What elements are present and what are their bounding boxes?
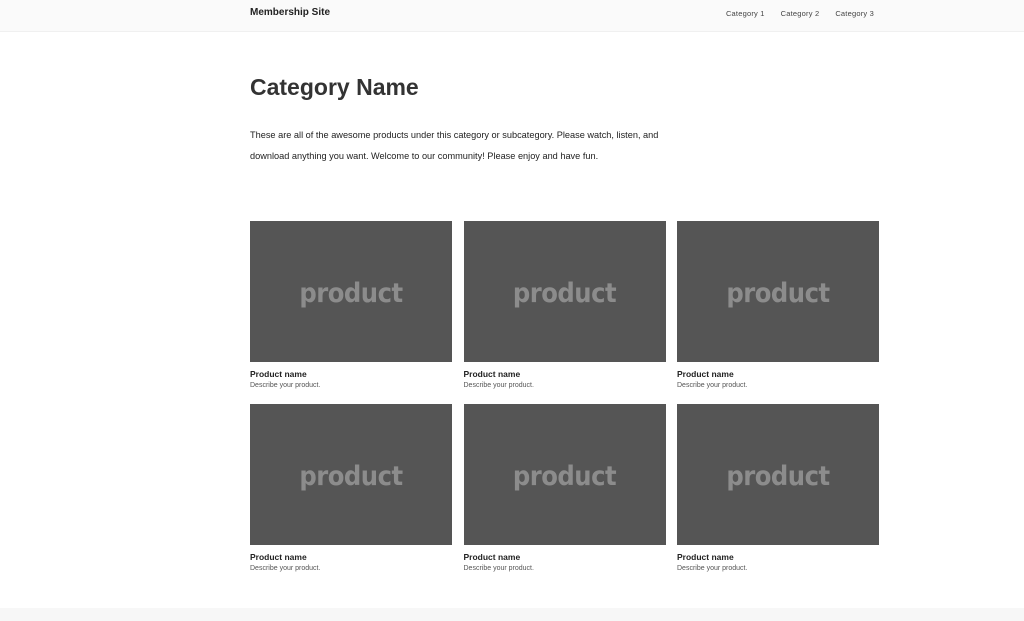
product-name[interactable]: Product name <box>677 369 879 379</box>
product-description: Describe your product. <box>677 382 748 389</box>
product-thumbnail[interactable]: product <box>250 221 452 362</box>
product-thumbnail[interactable]: product <box>463 221 666 362</box>
product-card[interactable]: product Product name Describe your produ… <box>463 221 666 389</box>
product-thumbnail[interactable]: product <box>677 221 879 362</box>
product-description: Describe your product. <box>463 565 534 572</box>
product-thumbnail[interactable]: product <box>677 404 879 545</box>
nav-category-3[interactable]: Category 3 <box>835 9 874 18</box>
product-thumbnail[interactable]: product <box>250 404 452 545</box>
footer-bar <box>0 608 1024 621</box>
main-nav: Category 1 Category 2 Category 3 <box>726 9 874 18</box>
product-thumbnail-label: product <box>512 460 617 492</box>
product-card[interactable]: product Product name Describe your produ… <box>677 404 879 572</box>
product-description: Describe your product. <box>463 382 534 389</box>
product-name[interactable]: Product name <box>464 369 666 379</box>
product-description: Describe your product. <box>250 565 321 572</box>
nav-category-2[interactable]: Category 2 <box>781 9 820 18</box>
product-grid: product Product name Describe your produ… <box>250 221 879 572</box>
page-description: These are all of the awesome products un… <box>250 130 659 161</box>
product-thumbnail-label: product <box>512 277 617 309</box>
product-name[interactable]: Product name <box>464 552 666 562</box>
product-name[interactable]: Product name <box>250 369 452 379</box>
product-description: Describe your product. <box>677 565 748 572</box>
product-thumbnail-label: product <box>299 277 403 309</box>
site-header: Membership Site Category 1 Category 2 Ca… <box>0 0 1024 32</box>
product-thumbnail-label: product <box>726 460 830 492</box>
main-content: Category Name These are all of the aweso… <box>0 32 1024 608</box>
product-name[interactable]: Product name <box>250 552 452 562</box>
product-thumbnail-label: product <box>726 277 830 309</box>
product-card[interactable]: product Product name Describe your produ… <box>250 404 452 572</box>
page-title: Category Name <box>250 74 419 100</box>
nav-category-1[interactable]: Category 1 <box>726 9 765 18</box>
product-thumbnail-label: product <box>299 460 403 492</box>
product-card[interactable]: product Product name Describe your produ… <box>250 221 452 389</box>
site-brand[interactable]: Membership Site <box>250 7 330 18</box>
product-card[interactable]: product Product name Describe your produ… <box>677 221 879 389</box>
product-card[interactable]: product Product name Describe your produ… <box>463 404 666 572</box>
product-thumbnail[interactable]: product <box>463 404 666 545</box>
product-name[interactable]: Product name <box>677 552 879 562</box>
product-description: Describe your product. <box>250 382 321 389</box>
